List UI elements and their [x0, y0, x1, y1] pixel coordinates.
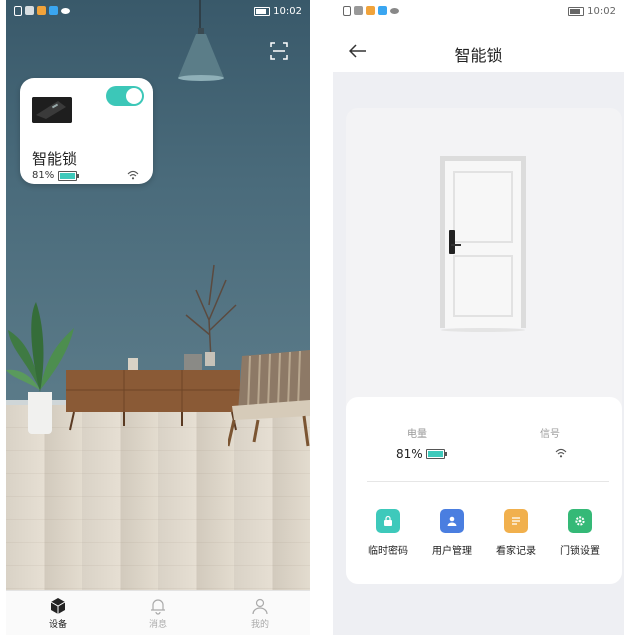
device-battery-percent: 81% — [32, 170, 55, 181]
action-home-records[interactable]: 看家记录 — [487, 509, 545, 557]
tv-cabinet — [66, 354, 240, 431]
tab-label: 消息 — [148, 620, 167, 630]
pendant-lamp-icon — [178, 28, 224, 81]
status-bar: 10:02 — [6, 0, 310, 24]
toggle-knob — [126, 88, 142, 104]
wifi-icon — [127, 170, 139, 180]
status-time: 10:02 — [568, 6, 616, 17]
bottom-tab-bar: 设备 消息 我的 — [6, 590, 310, 635]
status-battery-icon — [254, 7, 271, 16]
app-notify-icon — [366, 6, 375, 15]
action-label: 用户管理 — [432, 546, 472, 557]
tab-messages[interactable]: 消息 — [128, 597, 188, 630]
notification-icons — [343, 6, 399, 16]
action-label: 看家记录 — [496, 546, 536, 557]
wifi-status-icon — [25, 6, 34, 15]
sim-icon — [343, 6, 351, 16]
cloud-icon — [390, 8, 399, 14]
action-lock-settings[interactable]: 门锁设置 — [551, 509, 609, 557]
scan-icon[interactable] — [270, 42, 288, 60]
divider — [367, 481, 609, 482]
wifi-status-icon — [354, 6, 363, 15]
lock-detail-screen: 10:02 智能锁 电量 81% 信号 临时密码 用户管理 看家记录 门锁设置 — [333, 0, 624, 635]
lock-icon — [376, 509, 400, 533]
person-icon — [252, 598, 268, 615]
device-card-smart-lock[interactable]: 智能锁 81% — [20, 78, 153, 184]
device-power-toggle[interactable] — [106, 86, 144, 106]
app-notify-icon — [37, 6, 46, 15]
status-time: 10:02 — [254, 6, 302, 17]
battery-label: 电量 — [407, 429, 427, 440]
home-screen: 10:02 智能锁 81% 设备 消息 我的 — [6, 0, 310, 635]
battery-icon — [426, 449, 447, 459]
battery-value: 81% — [396, 447, 423, 461]
device-name: 智能锁 — [32, 150, 78, 168]
action-label: 门锁设置 — [560, 546, 600, 557]
message-notify-icon — [378, 6, 387, 15]
signal-label: 信号 — [540, 429, 560, 440]
door-illustration — [440, 156, 526, 332]
action-label: 临时密码 — [368, 546, 408, 557]
bell-icon — [151, 599, 165, 615]
wifi-icon — [555, 448, 567, 458]
message-notify-icon — [49, 6, 58, 15]
device-thumbnail — [32, 97, 72, 123]
lock-info-card: 电量 81% 信号 临时密码 用户管理 看家记录 门锁设置 — [346, 397, 622, 584]
gear-icon — [568, 509, 592, 533]
tab-devices[interactable]: 设备 — [28, 597, 88, 630]
tab-label: 设备 — [48, 620, 67, 630]
action-temp-password[interactable]: 临时密码 — [359, 509, 417, 557]
cube-icon — [50, 598, 66, 614]
status-battery-icon — [568, 7, 585, 16]
tab-profile[interactable]: 我的 — [230, 597, 290, 630]
notification-icons — [14, 6, 70, 16]
armchair — [228, 350, 310, 447]
battery-icon — [58, 171, 79, 181]
page-title: 智能锁 — [454, 46, 503, 65]
action-user-management[interactable]: 用户管理 — [423, 509, 481, 557]
status-bar: 10:02 — [333, 0, 624, 24]
cloud-icon — [61, 8, 70, 14]
lock-panel: 电量 81% 信号 临时密码 用户管理 看家记录 门锁设置 — [346, 108, 622, 584]
document-icon — [504, 509, 528, 533]
sim-icon — [14, 6, 22, 16]
user-icon — [440, 509, 464, 533]
header: 10:02 智能锁 — [333, 0, 624, 72]
tab-label: 我的 — [250, 620, 269, 630]
